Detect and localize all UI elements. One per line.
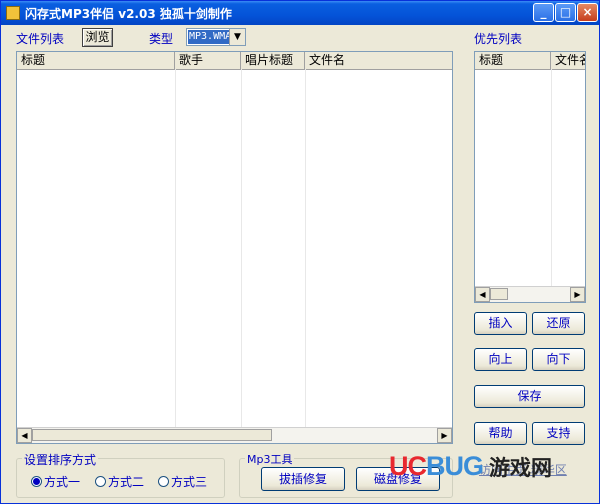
scroll-left-icon[interactable]: ◀	[17, 428, 32, 443]
sort-option-1[interactable]: 方式一	[31, 473, 80, 490]
radio-icon[interactable]	[158, 476, 169, 487]
column-divider	[241, 69, 242, 427]
save-button[interactable]: 保存	[474, 385, 585, 408]
column-header-artist[interactable]: 歌手	[175, 52, 241, 69]
sort-mode-group: 设置排序方式 方式一 方式二 方式三	[16, 451, 225, 498]
help-button[interactable]: 帮助	[474, 422, 527, 445]
file-list-label: 文件列表	[16, 32, 65, 46]
minimize-button[interactable]: _	[533, 3, 554, 22]
type-select-value: MP3.WMA	[188, 30, 231, 44]
type-label: 类型	[149, 32, 174, 46]
priority-list-table[interactable]: 标题 文件名 ◀ ▶	[474, 51, 586, 303]
column-header-title[interactable]: 标题	[475, 52, 551, 69]
restore-button[interactable]: 还原	[532, 312, 585, 335]
priority-list-label: 优先列表	[474, 32, 523, 46]
column-divider	[175, 69, 176, 427]
scroll-right-icon[interactable]: ▶	[570, 287, 585, 302]
window-title: 闪存式MP3伴侣 v2.03 独孤十剑制作	[25, 7, 232, 21]
sort-option-3[interactable]: 方式三	[158, 473, 207, 490]
radio-icon[interactable]	[95, 476, 106, 487]
sort-option-2[interactable]: 方式二	[95, 473, 144, 490]
file-list-table[interactable]: 标题 歌手 唱片标题 文件名 ◀ ▶	[16, 51, 453, 444]
scroll-left-icon[interactable]: ◀	[475, 287, 490, 302]
type-select[interactable]: MP3.WMA ▼	[186, 28, 246, 46]
move-up-button[interactable]: 向上	[474, 348, 527, 371]
scroll-right-icon[interactable]: ▶	[437, 428, 452, 443]
horizontal-scrollbar[interactable]: ◀ ▶	[475, 286, 585, 302]
column-divider	[551, 69, 552, 286]
mp3-tools-title: Mp3工具	[245, 451, 295, 467]
table-header: 标题 文件名	[475, 52, 585, 70]
plugin-repair-button[interactable]: 拔插修复	[261, 467, 345, 491]
column-header-title[interactable]: 标题	[17, 52, 175, 69]
scrollbar-thumb[interactable]	[490, 288, 508, 300]
scrollbar-thumb[interactable]	[32, 429, 272, 441]
radio-selected-icon[interactable]	[31, 476, 42, 487]
maximize-button[interactable]: □	[555, 3, 576, 22]
app-window: 闪存式MP3伴侣 v2.03 独孤十剑制作 _ □ × 文件列表 浏览 类型 M…	[0, 0, 600, 504]
chevron-down-icon[interactable]: ▼	[229, 29, 245, 45]
support-button[interactable]: 支持	[532, 422, 585, 445]
column-header-album[interactable]: 唱片标题	[241, 52, 305, 69]
watermark-logo: UCBUG 游戏网	[389, 451, 552, 481]
sort-mode-title: 设置排序方式	[22, 451, 99, 468]
app-icon	[6, 6, 20, 20]
title-bar[interactable]: 闪存式MP3伴侣 v2.03 独孤十剑制作 _ □ ×	[1, 1, 599, 25]
column-header-filename[interactable]: 文件名	[551, 52, 585, 69]
column-divider	[305, 69, 306, 427]
move-down-button[interactable]: 向下	[532, 348, 585, 371]
horizontal-scrollbar[interactable]: ◀ ▶	[17, 427, 452, 443]
insert-button[interactable]: 插入	[474, 312, 527, 335]
browse-button[interactable]: 浏览	[82, 28, 113, 47]
close-button[interactable]: ×	[577, 3, 598, 22]
column-header-filename[interactable]: 文件名	[305, 52, 452, 69]
table-header: 标题 歌手 唱片标题 文件名	[17, 52, 452, 70]
